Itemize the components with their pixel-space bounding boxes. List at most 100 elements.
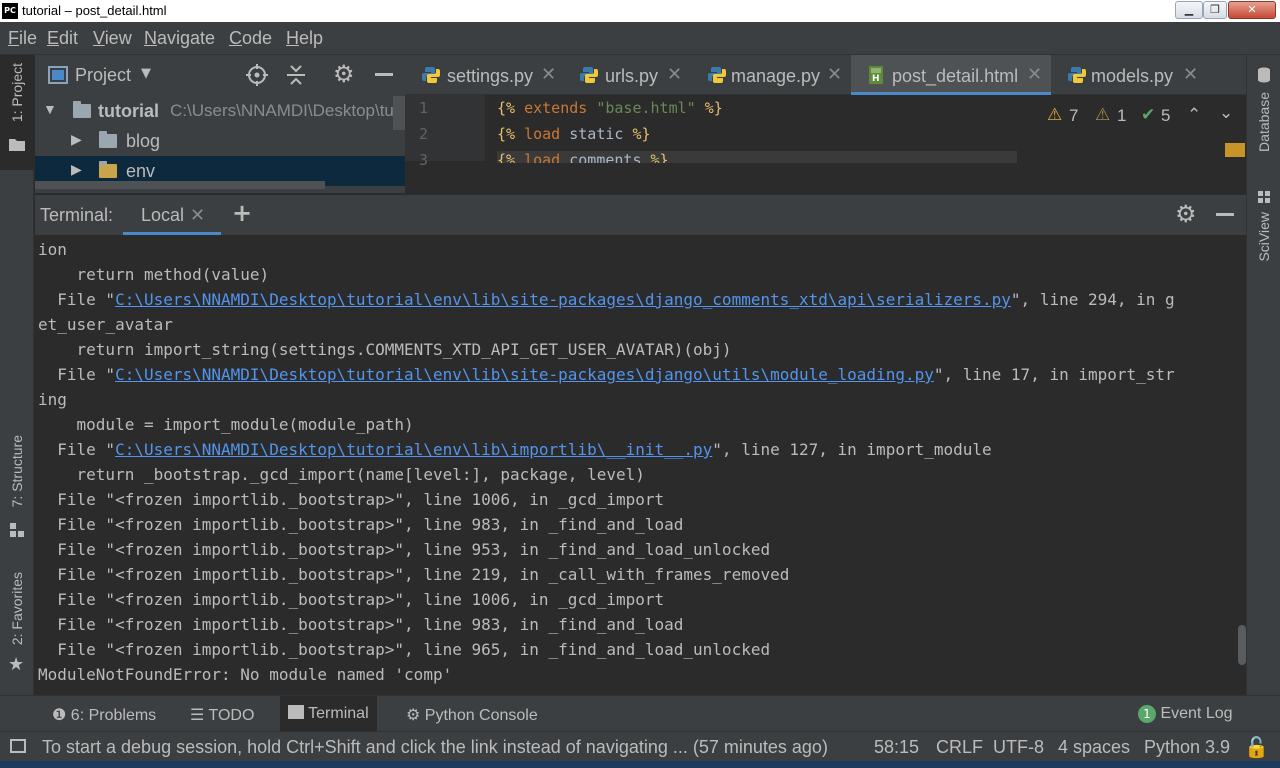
tool-tab-sciview-label: SciView bbox=[1256, 212, 1272, 262]
terminal-line: File "<frozen importlib._bootstrap>", li… bbox=[38, 637, 1223, 662]
gear-icon[interactable]: ⚙ bbox=[1175, 200, 1197, 228]
close-tab-icon[interactable]: ✕ bbox=[1027, 64, 1042, 85]
line-number: 2 bbox=[419, 125, 429, 143]
status-line-separator[interactable]: CRLF bbox=[936, 737, 983, 758]
weak-warning-count: 1 bbox=[1117, 106, 1127, 125]
project-view-selector[interactable]: Project bbox=[75, 65, 131, 86]
html-file-icon: H bbox=[869, 66, 883, 84]
tool-tab-structure[interactable]: 7: Structure bbox=[0, 430, 34, 540]
chevron-right-icon[interactable]: ▶ bbox=[71, 131, 82, 148]
tree-item-tutorial[interactable]: ▼ tutorial C:\Users\NNAMDI\Desktop\tu bbox=[35, 96, 405, 130]
tool-event-log-label: Event Log bbox=[1160, 705, 1233, 722]
terminal-text: return _bootstrap._gcd_import(name[level… bbox=[38, 465, 645, 484]
tab-settings-py[interactable]: settings.py ✕ bbox=[405, 55, 563, 95]
status-caret-position[interactable]: 58:15 bbox=[874, 737, 919, 758]
tab-urls-py[interactable]: urls.py ✕ bbox=[563, 55, 691, 95]
close-tab-icon[interactable]: ✕ bbox=[667, 64, 682, 85]
terminal-line: module = import_module(module_path) bbox=[38, 412, 1223, 437]
chevron-down-icon[interactable]: ▼ bbox=[141, 66, 151, 81]
terminal-text: File "<frozen importlib._bootstrap>", li… bbox=[38, 515, 684, 534]
file-link[interactable]: C:\Users\NNAMDI\Desktop\tutorial\env\lib… bbox=[115, 440, 712, 459]
pycharm-app-icon: PC bbox=[2, 3, 18, 19]
menu-code-rest: ode bbox=[242, 28, 273, 48]
tool-tab-project[interactable]: 1: Project bbox=[0, 55, 34, 170]
close-tab-icon[interactable]: ✕ bbox=[541, 64, 556, 85]
menu-view-mnemonic: V bbox=[93, 28, 105, 48]
tool-tab-database[interactable]: Database bbox=[1247, 67, 1280, 177]
tool-problems[interactable]: ❶ 6: Problems bbox=[52, 705, 156, 725]
tool-tab-sciview[interactable]: SciView bbox=[1247, 190, 1280, 280]
menu-navigate-mnemonic: N bbox=[144, 28, 157, 48]
tab-label: urls.py bbox=[605, 66, 659, 86]
minimize-button[interactable]: ▁ bbox=[1175, 1, 1203, 19]
close-tab-icon[interactable]: ✕ bbox=[190, 205, 205, 226]
next-highlight-icon[interactable]: ⌄ bbox=[1219, 103, 1233, 123]
terminal-line: et_user_avatar bbox=[38, 312, 1223, 337]
terminal-line: File "<frozen importlib._bootstrap>", li… bbox=[38, 562, 1223, 587]
project-panel: Project ▼ ⚙ ▼ tutorial C:\Users\NNAMDI\D… bbox=[35, 55, 405, 193]
collapse-all-icon[interactable] bbox=[286, 64, 306, 86]
status-message[interactable]: To start a debug session, hold Ctrl+Shif… bbox=[42, 737, 828, 758]
star-icon: ★ bbox=[8, 654, 25, 674]
terminal-header: Terminal: Local ✕ + ⚙ bbox=[35, 195, 1246, 235]
status-encoding[interactable]: UTF-8 bbox=[993, 737, 1044, 758]
project-scrollbar[interactable] bbox=[35, 181, 325, 189]
toggle-tool-windows-icon[interactable] bbox=[10, 739, 26, 753]
file-link[interactable]: C:\Users\NNAMDI\Desktop\tutorial\env\lib… bbox=[115, 365, 934, 384]
terminal-line: File "<frozen importlib._bootstrap>", li… bbox=[38, 512, 1223, 537]
gear-icon[interactable]: ⚙ bbox=[333, 60, 355, 88]
chevron-down-icon[interactable]: ▼ bbox=[43, 101, 57, 117]
terminal-output[interactable]: ion return method(value) File "C:\Users\… bbox=[38, 237, 1223, 693]
menu-help[interactable]: Help bbox=[286, 28, 323, 49]
tab-manage-py[interactable]: manage.py ✕ bbox=[691, 55, 851, 95]
tool-todo[interactable]: ☰ TODO bbox=[190, 705, 254, 725]
close-tab-icon[interactable]: ✕ bbox=[1183, 64, 1198, 85]
terminal-text: ModuleNotFoundError: No module named 'co… bbox=[38, 665, 453, 684]
tool-terminal[interactable]: Terminal bbox=[280, 696, 377, 732]
terminal-text: File "<frozen importlib._bootstrap>", li… bbox=[38, 590, 665, 609]
inspection-widget[interactable]: ⚠ 7 ⚠ 1 ✔ 5 ⌃ ⌄ bbox=[1047, 103, 1237, 127]
chevron-right-icon[interactable]: ▶ bbox=[71, 161, 82, 178]
locate-target-icon[interactable] bbox=[246, 64, 268, 86]
close-tab-icon[interactable]: ✕ bbox=[827, 64, 842, 85]
window-title: tutorial – post_detail.html bbox=[22, 3, 167, 18]
menu-navigate[interactable]: Navigate bbox=[144, 28, 215, 49]
tool-tab-favorites[interactable]: 2: Favorites ★ bbox=[0, 570, 34, 680]
terminal-line: File "<frozen importlib._bootstrap>", li… bbox=[38, 537, 1223, 562]
new-terminal-plus-icon[interactable]: + bbox=[232, 199, 252, 227]
horizontal-scroll-thumb[interactable] bbox=[393, 96, 405, 130]
terminal-tab-local[interactable]: Local ✕ bbox=[123, 195, 221, 235]
terminal-text: ", line 127, in import_module bbox=[712, 440, 992, 459]
todo-list-icon: ☰ bbox=[190, 707, 205, 724]
hide-panel-icon[interactable] bbox=[375, 73, 393, 76]
terminal-text: File " bbox=[38, 290, 116, 309]
maximize-button[interactable]: ❐ bbox=[1203, 1, 1227, 19]
terminal-text: File "<frozen importlib._bootstrap>", li… bbox=[38, 540, 771, 559]
menu-edit[interactable]: Edit bbox=[47, 28, 78, 49]
status-indent[interactable]: 4 spaces bbox=[1058, 737, 1130, 758]
file-link[interactable]: C:\Users\NNAMDI\Desktop\tutorial\env\lib… bbox=[115, 290, 1011, 309]
tree-item-blog[interactable]: ▶ blog bbox=[35, 126, 405, 156]
terminal-line: return _bootstrap._gcd_import(name[level… bbox=[38, 462, 1223, 487]
tab-post-detail-html[interactable]: H post_detail.html ✕ bbox=[851, 55, 1051, 95]
menu-code[interactable]: Code bbox=[229, 28, 272, 49]
terminal-scrollbar-thumb[interactable] bbox=[1238, 625, 1246, 665]
menu-view[interactable]: View bbox=[93, 28, 132, 49]
tool-terminal-label: Terminal bbox=[308, 705, 369, 722]
folder-icon bbox=[73, 101, 91, 118]
code-editor[interactable]: 1 2 3 {% extends "base.html" %} {% load … bbox=[405, 95, 1246, 193]
hide-panel-icon[interactable] bbox=[1216, 213, 1234, 216]
terminal-line: File "<frozen importlib._bootstrap>", li… bbox=[38, 487, 1223, 512]
previous-highlight-icon[interactable]: ⌃ bbox=[1187, 105, 1201, 125]
tree-item-label: env bbox=[126, 161, 156, 181]
error-stripe-marker[interactable] bbox=[1225, 143, 1245, 157]
menu-file[interactable]: File bbox=[8, 28, 37, 49]
lock-icon[interactable]: 🔓 bbox=[1244, 735, 1269, 760]
menu-bar: File Edit View Navigate Code Help bbox=[0, 22, 1280, 55]
tool-python-console[interactable]: ⚙ Python Console bbox=[406, 705, 538, 725]
close-window-button[interactable]: ✕ bbox=[1228, 1, 1276, 19]
menu-code-mnemonic: C bbox=[229, 28, 242, 48]
status-interpreter[interactable]: Python 3.9 bbox=[1144, 737, 1230, 758]
tab-models-py[interactable]: models.py ✕ bbox=[1051, 55, 1211, 95]
tool-event-log[interactable]: 1 Event Log bbox=[1138, 705, 1233, 723]
